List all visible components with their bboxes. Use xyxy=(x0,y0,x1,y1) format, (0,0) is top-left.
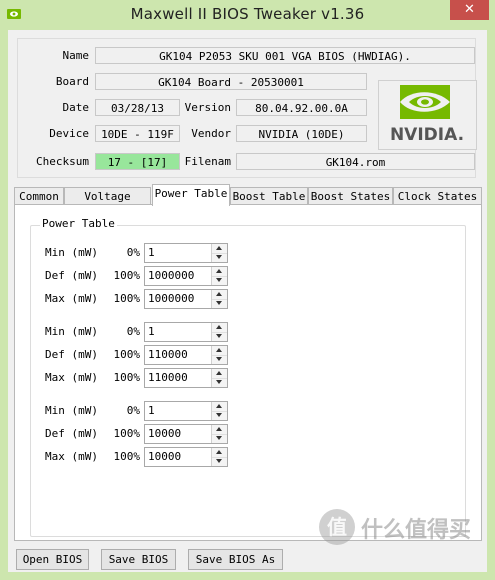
title-bar[interactable]: Maxwell II BIOS Tweaker v1.36 ✕ xyxy=(0,0,495,28)
def-percent: 100% xyxy=(113,269,141,282)
spin-down-icon[interactable] xyxy=(212,332,227,341)
power-table-title: Power Table xyxy=(40,217,117,230)
date-label: Date xyxy=(62,101,90,114)
filename-label: Filenam xyxy=(184,155,231,168)
bios-info-panel: Name GK104 P2053 SKU 001 VGA BIOS (HWDIA… xyxy=(17,38,477,178)
zhi-logo-icon: 值 xyxy=(319,509,355,545)
min-label: Min (mW) xyxy=(45,325,98,338)
spinner-value[interactable]: 1000000 xyxy=(148,267,194,285)
spinner-buttons xyxy=(211,244,227,262)
filename-field[interactable]: GK104.rom xyxy=(236,153,475,170)
spin-down-icon[interactable] xyxy=(212,434,227,443)
spinner-buttons xyxy=(211,346,227,364)
spin-down-icon[interactable] xyxy=(212,355,227,364)
max-label: Max (mW) xyxy=(45,371,98,384)
power-table-group: Power Table Min (mW) 0% 1 Def (mW) 100% … xyxy=(30,217,466,537)
spinner-buttons xyxy=(211,369,227,387)
min-label: Min (mW) xyxy=(45,246,98,259)
min-percent: 0% xyxy=(126,325,140,338)
nvidia-logo: NVIDIA. xyxy=(378,80,477,150)
max-label: Max (mW) xyxy=(45,292,98,305)
watermark-text: 什么值得买 xyxy=(361,518,472,543)
tab-voltage-table[interactable]: Voltage Table xyxy=(64,187,151,220)
spin-down-icon[interactable] xyxy=(212,253,227,262)
power-def-spinner[interactable]: 1000000 xyxy=(144,266,228,286)
spinner-value[interactable]: 110000 xyxy=(148,346,188,364)
spinner-value[interactable]: 1 xyxy=(148,402,155,420)
spinner-buttons xyxy=(211,267,227,285)
min-percent: 0% xyxy=(126,246,140,259)
board-label: Board xyxy=(55,75,89,88)
spin-down-icon[interactable] xyxy=(212,299,227,308)
nvidia-eye-icon: NVIDIA. xyxy=(390,85,464,145)
spin-down-icon[interactable] xyxy=(212,411,227,420)
version-field[interactable]: 80.04.92.00.0A xyxy=(236,99,367,116)
power-max-spinner[interactable]: 10000 xyxy=(144,447,228,467)
power-table-panel: Power Table Min (mW) 0% 1 Def (mW) 100% … xyxy=(14,204,482,541)
spinner-value[interactable]: 110000 xyxy=(148,369,188,387)
tab-strip: Common Voltage Table Power Table Boost T… xyxy=(14,184,482,220)
def-label: Def (mW) xyxy=(45,269,98,282)
power-min-spinner[interactable]: 1 xyxy=(144,401,228,421)
spinner-buttons xyxy=(211,402,227,420)
app-window: Maxwell II BIOS Tweaker v1.36 ✕ Name GK1… xyxy=(0,0,495,580)
board-field[interactable]: GK104 Board - 20530001 xyxy=(95,73,367,90)
spinner-buttons xyxy=(211,290,227,308)
svg-text:NVIDIA.: NVIDIA. xyxy=(390,125,464,145)
def-label: Def (mW) xyxy=(45,427,98,440)
device-field[interactable]: 10DE - 119F xyxy=(95,125,180,142)
spinner-buttons xyxy=(211,323,227,341)
tab-clock-states[interactable]: Clock States xyxy=(393,187,482,204)
power-max-spinner[interactable]: 110000 xyxy=(144,368,228,388)
tab-boost-states[interactable]: Boost States xyxy=(308,187,393,204)
max-percent: 100% xyxy=(113,292,141,305)
power-def-spinner[interactable]: 110000 xyxy=(144,345,228,365)
spinner-value[interactable]: 1 xyxy=(148,244,155,262)
max-percent: 100% xyxy=(113,450,141,463)
spin-down-icon[interactable] xyxy=(212,276,227,285)
spinner-value[interactable]: 10000 xyxy=(148,448,181,466)
spinner-buttons xyxy=(211,448,227,466)
version-label: Version xyxy=(184,101,231,114)
name-label: Name xyxy=(62,49,90,62)
client-area: Name GK104 P2053 SKU 001 VGA BIOS (HWDIA… xyxy=(8,30,487,572)
spin-down-icon[interactable] xyxy=(212,378,227,387)
def-label: Def (mW) xyxy=(45,348,98,361)
name-field[interactable]: GK104 P2053 SKU 001 VGA BIOS (HWDIAG). xyxy=(95,47,475,64)
close-button[interactable]: ✕ xyxy=(450,0,489,20)
max-percent: 100% xyxy=(113,371,141,384)
window-title: Maxwell II BIOS Tweaker v1.36 xyxy=(130,5,365,23)
vendor-label: Vendor xyxy=(191,127,231,140)
open-bios-button[interactable]: Open BIOS xyxy=(16,549,89,570)
max-label: Max (mW) xyxy=(45,450,98,463)
spinner-buttons xyxy=(211,425,227,443)
tab-boost-table[interactable]: Boost Table xyxy=(230,187,308,204)
watermark: 值 什么值得买 xyxy=(315,505,487,549)
min-percent: 0% xyxy=(126,404,140,417)
power-min-spinner[interactable]: 1 xyxy=(144,322,228,342)
spin-down-icon[interactable] xyxy=(212,457,227,466)
power-min-spinner[interactable]: 1 xyxy=(144,243,228,263)
power-max-spinner[interactable]: 1000000 xyxy=(144,289,228,309)
def-percent: 100% xyxy=(113,348,141,361)
device-label: Device xyxy=(49,127,89,140)
power-def-spinner[interactable]: 10000 xyxy=(144,424,228,444)
spinner-value[interactable]: 10000 xyxy=(148,425,181,443)
spinner-value[interactable]: 1 xyxy=(148,323,155,341)
tab-common[interactable]: Common xyxy=(14,187,64,204)
date-field[interactable]: 03/28/13 xyxy=(95,99,180,116)
tab-power-table[interactable]: Power Table xyxy=(152,184,230,206)
def-percent: 100% xyxy=(113,427,141,440)
svg-text:值: 值 xyxy=(327,515,347,539)
vendor-field[interactable]: NVIDIA (10DE) xyxy=(236,125,367,142)
save-bios-as-button[interactable]: Save BIOS As xyxy=(188,549,283,570)
spinner-value[interactable]: 1000000 xyxy=(148,290,194,308)
save-bios-button[interactable]: Save BIOS xyxy=(101,549,176,570)
checksum-field[interactable]: 17 - [17] xyxy=(95,153,180,170)
checksum-label: Checksum xyxy=(36,155,89,168)
min-label: Min (mW) xyxy=(45,404,98,417)
